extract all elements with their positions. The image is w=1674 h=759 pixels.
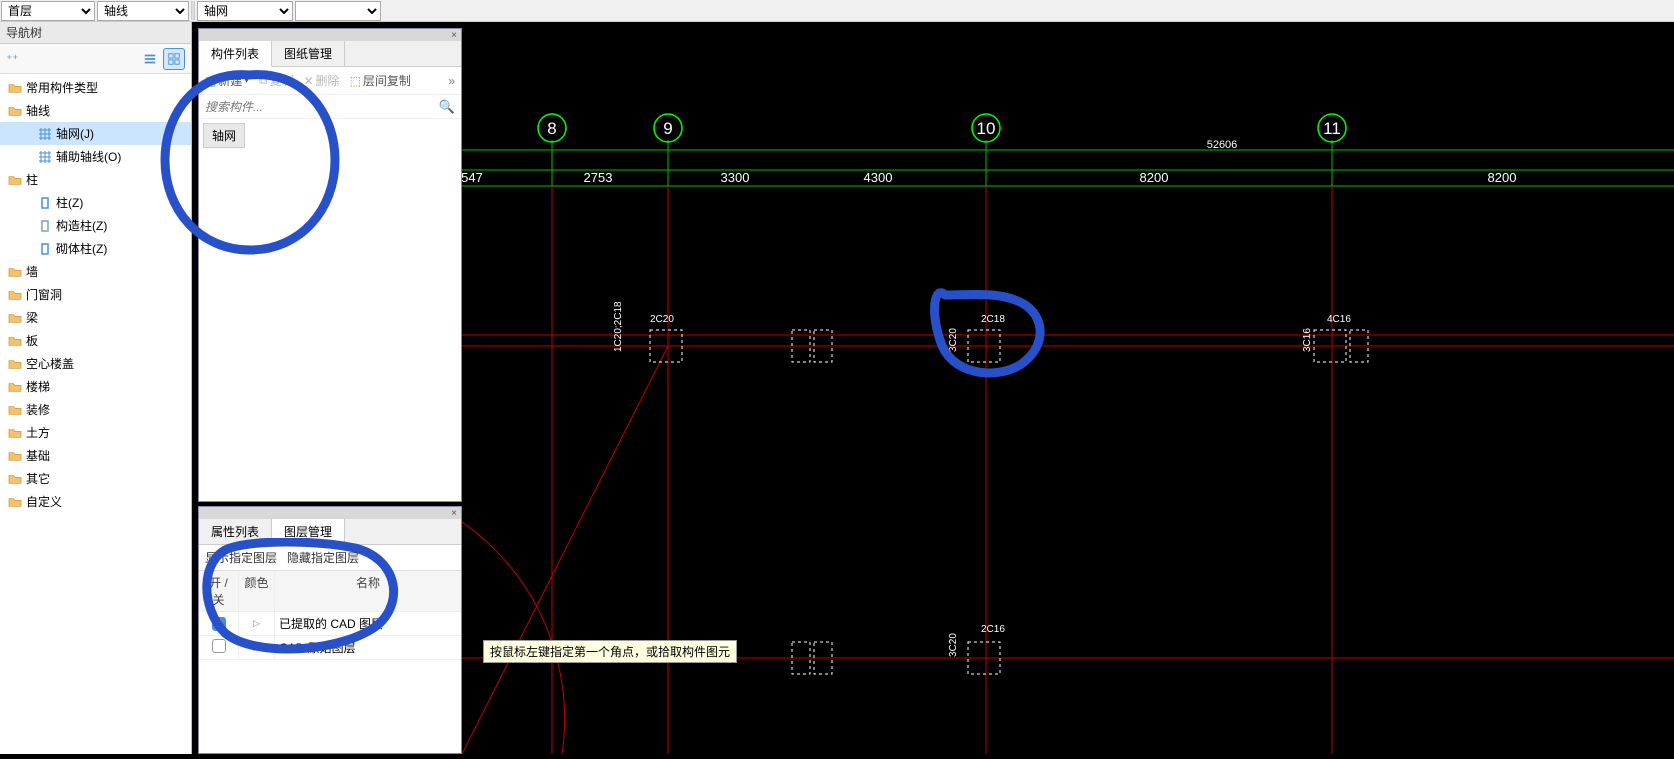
delete-button[interactable]: ✕删除 xyxy=(303,72,339,89)
svg-text:2C20: 2C20 xyxy=(650,314,674,325)
svg-text:2753: 2753 xyxy=(584,170,613,185)
svg-text:3300: 3300 xyxy=(721,170,750,185)
canvas-prompt: 按鼠标左键指定第一个角点，或拾取构件图元 xyxy=(483,640,737,663)
close-icon[interactable]: × xyxy=(451,30,457,41)
tree-category[interactable]: 楼梯 xyxy=(0,375,191,398)
tree-item[interactable]: 柱(Z) xyxy=(0,191,191,214)
col-onoff: 开 / 关 xyxy=(199,571,239,611)
tree-category[interactable]: 空心楼盖 xyxy=(0,352,191,375)
svg-text:8200: 8200 xyxy=(1488,170,1517,185)
svg-text:547: 547 xyxy=(462,170,483,185)
tree-category[interactable]: 门窗洞 xyxy=(0,283,191,306)
tree-category[interactable]: 自定义 xyxy=(0,490,191,513)
property-panel: × 属性列表 图层管理 显示指定图层 隐藏指定图层 开 / 关 颜色 名称 ✓ … xyxy=(198,506,462,754)
expand-icon[interactable]: ▷ xyxy=(253,618,260,628)
tree-category[interactable]: 柱 xyxy=(0,168,191,191)
view-list-button[interactable] xyxy=(139,48,161,70)
tree-item[interactable]: 辅助轴线(O) xyxy=(0,145,191,168)
nav-tree: 常用构件类型轴线轴网(J)辅助轴线(O)柱柱(Z)构造柱(Z)砌体柱(Z)墙门窗… xyxy=(0,74,191,515)
svg-text:8200: 8200 xyxy=(1140,170,1169,185)
layer-checkbox[interactable]: ✓ xyxy=(212,617,226,631)
total-dim: 52606 xyxy=(1207,139,1238,151)
tree-category[interactable]: 基础 xyxy=(0,444,191,467)
layer-table: 开 / 关 颜色 名称 ✓ ▷ 已提取的 CAD 图层 ▷ CAD 原始图层 xyxy=(199,571,461,660)
toolbar-separator xyxy=(191,1,195,20)
tree-category[interactable]: 梁 xyxy=(0,306,191,329)
component-item[interactable]: 轴网 xyxy=(203,123,245,148)
component-panel-titlebar: × xyxy=(199,29,461,41)
tab-component-list[interactable]: 构件列表 xyxy=(199,41,272,67)
tree-category[interactable]: 装修 xyxy=(0,398,191,421)
new-button[interactable]: ▣新建▾ xyxy=(205,72,249,89)
svg-text:1C20;2C18: 1C20;2C18 xyxy=(613,301,624,352)
search-icon[interactable]: 🔍 xyxy=(439,99,455,115)
svg-text:3C20: 3C20 xyxy=(948,633,959,657)
expand-icon[interactable]: ▷ xyxy=(253,642,260,652)
svg-text:8: 8 xyxy=(547,119,556,138)
close-icon[interactable]: × xyxy=(451,508,457,519)
extra-select[interactable] xyxy=(295,1,381,21)
category-select[interactable]: 轴线 xyxy=(97,1,189,21)
view-tree-button[interactable] xyxy=(163,48,185,70)
tree-category[interactable]: 墙 xyxy=(0,260,191,283)
more-icon[interactable]: » xyxy=(448,74,455,88)
layer-checkbox[interactable] xyxy=(212,639,226,653)
tree-category[interactable]: 板 xyxy=(0,329,191,352)
component-search: 🔍 xyxy=(199,95,461,119)
property-panel-titlebar: × xyxy=(199,507,461,519)
col-name: 名称 xyxy=(275,571,461,611)
svg-text:2C16: 2C16 xyxy=(981,624,1005,635)
svg-text:9: 9 xyxy=(663,119,672,138)
nav-tools: ⁺⁺ xyxy=(0,44,191,74)
svg-text:4C16: 4C16 xyxy=(1327,314,1351,325)
tree-category[interactable]: 轴线 xyxy=(0,99,191,122)
hide-layer-button[interactable]: 隐藏指定图层 xyxy=(287,551,359,565)
search-input[interactable] xyxy=(205,100,439,114)
navigation-panel: 导航树 ⁺⁺ 常用构件类型轴线轴网(J)辅助轴线(O)柱柱(Z)构造柱(Z)砌体… xyxy=(0,22,192,754)
show-layer-button[interactable]: 显示指定图层 xyxy=(205,551,277,565)
layer-row[interactable]: ▷ CAD 原始图层 xyxy=(199,636,461,660)
svg-text:3C20: 3C20 xyxy=(948,328,959,352)
svg-text:11: 11 xyxy=(1323,119,1341,138)
floor-copy-button[interactable]: ⬚层间复制 xyxy=(350,72,411,89)
component-list: 轴网 xyxy=(199,119,461,501)
copy-button[interactable]: ⧉复制 xyxy=(259,72,294,89)
tab-layers[interactable]: 图层管理 xyxy=(272,519,345,545)
tree-category[interactable]: 常用构件类型 xyxy=(0,76,191,99)
layer-name: 已提取的 CAD 图层 xyxy=(275,612,461,635)
svg-text:4300: 4300 xyxy=(864,170,893,185)
top-toolbar: 首层 轴线 轴网 xyxy=(0,0,1674,22)
tree-item[interactable]: 轴网(J) xyxy=(0,122,191,145)
tab-properties[interactable]: 属性列表 xyxy=(199,519,272,544)
layer-name: CAD 原始图层 xyxy=(275,636,461,659)
svg-text:3C16: 3C16 xyxy=(1302,328,1313,352)
property-tabs: 属性列表 图层管理 xyxy=(199,519,461,545)
svg-text:2C18: 2C18 xyxy=(981,314,1005,325)
component-panel: × 构件列表 图纸管理 ▣新建▾ ⧉复制 ✕删除 ⬚层间复制 » 🔍 轴网 xyxy=(198,28,462,502)
component-toolbar: ▣新建▾ ⧉复制 ✕删除 ⬚层间复制 » xyxy=(199,67,461,95)
col-color: 颜色 xyxy=(239,571,275,611)
layer-header: 开 / 关 颜色 名称 xyxy=(199,571,461,612)
component-select[interactable]: 轴网 xyxy=(197,1,293,21)
expand-collapse-icon[interactable]: ⁺⁺ xyxy=(6,52,19,66)
tree-category[interactable]: 土方 xyxy=(0,421,191,444)
layer-toolbar: 显示指定图层 隐藏指定图层 xyxy=(199,545,461,571)
tree-item[interactable]: 砌体柱(Z) xyxy=(0,237,191,260)
floor-select[interactable]: 首层 xyxy=(1,1,95,21)
tab-drawing-manage[interactable]: 图纸管理 xyxy=(272,41,345,66)
tree-category[interactable]: 其它 xyxy=(0,467,191,490)
tree-item[interactable]: 构造柱(Z) xyxy=(0,214,191,237)
svg-text:10: 10 xyxy=(977,119,996,138)
layer-row[interactable]: ✓ ▷ 已提取的 CAD 图层 xyxy=(199,612,461,636)
nav-title: 导航树 xyxy=(0,22,191,44)
component-tabs: 构件列表 图纸管理 xyxy=(199,41,461,67)
